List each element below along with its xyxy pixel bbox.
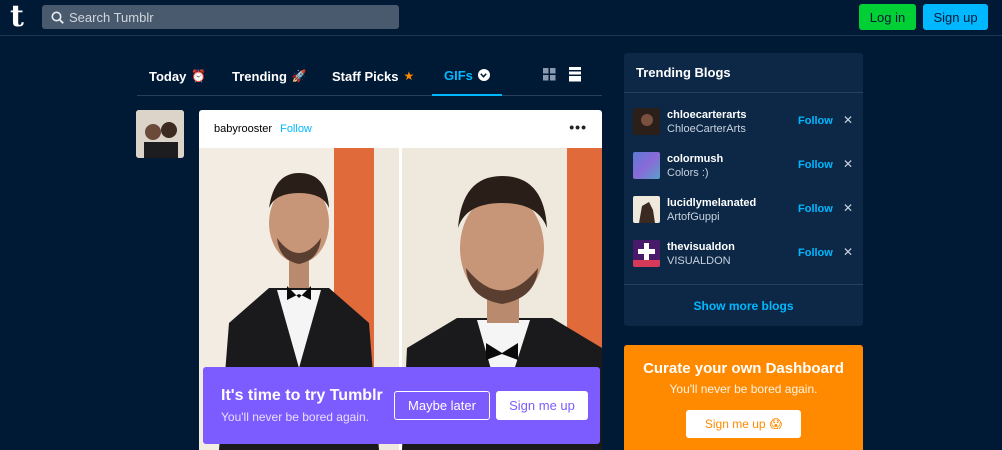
list-view-icon[interactable] [569, 67, 581, 82]
close-icon[interactable]: ✕ [843, 245, 853, 259]
show-more-blogs-link[interactable]: Show more blogs [624, 284, 863, 326]
tab-staff-picks[interactable]: Staff Picks ★ [332, 56, 414, 96]
tab-today[interactable]: Today ⏰ [149, 56, 206, 96]
search-box[interactable] [42, 5, 399, 29]
follow-button[interactable]: Follow [798, 247, 833, 259]
blog-name[interactable]: chloecarterarts [667, 109, 747, 121]
more-options-icon[interactable]: ••• [569, 120, 587, 134]
post-header: babyrooster Follow [199, 110, 602, 148]
blog-title: VISUALDON [667, 255, 731, 267]
rocket-icon: 🚀 [291, 69, 307, 83]
follow-button[interactable]: Follow [798, 115, 833, 127]
blog-title: ArtofGuppi [667, 211, 720, 223]
close-icon[interactable]: ✕ [843, 113, 853, 127]
tab-label: Staff Picks [332, 68, 399, 84]
blog-item[interactable]: lucidlymelanated ArtofGuppi Follow ✕ [624, 190, 863, 234]
sign-me-up-button[interactable]: Sign me up [496, 391, 588, 420]
button-label: Sign me up [704, 417, 766, 431]
follow-button[interactable]: Follow [798, 159, 833, 171]
blog-name[interactable]: colormush [667, 153, 723, 165]
signup-button[interactable]: Sign up [923, 4, 988, 30]
trending-blogs-title: Trending Blogs [624, 53, 863, 93]
login-button[interactable]: Log in [859, 4, 916, 30]
blog-avatar[interactable] [633, 196, 660, 223]
chevron-down-icon [477, 69, 490, 81]
blog-name[interactable]: thevisualdon [667, 241, 735, 253]
alarm-clock-icon: ⏰ [191, 69, 207, 83]
post-username[interactable]: babyrooster [214, 123, 272, 135]
grid-view-icon[interactable] [543, 68, 556, 81]
follow-button[interactable]: Follow [798, 203, 833, 215]
blog-item[interactable]: thevisualdon VISUALDON Follow ✕ [624, 234, 863, 278]
curate-subtitle: You'll never be bored again. [669, 382, 818, 396]
avatar-image [136, 110, 184, 158]
tab-gifs[interactable]: GIFs [432, 56, 502, 96]
blog-title: ChloeCarterArts [667, 123, 746, 135]
curate-title: Curate your own Dashboard [643, 360, 844, 377]
tab-trending[interactable]: Trending 🚀 [232, 56, 307, 96]
blog-item[interactable]: chloecarterarts ChloeCarterArts Follow ✕ [624, 102, 863, 146]
blog-avatar[interactable] [633, 240, 660, 267]
close-icon[interactable]: ✕ [843, 201, 853, 215]
try-tumblr-banner: It's time to try Tumblr You'll never be … [203, 367, 600, 444]
close-icon[interactable]: ✕ [843, 157, 853, 171]
post-follow-button[interactable]: Follow [280, 123, 312, 135]
tumblr-logo[interactable]: t [10, 2, 34, 32]
maybe-later-button[interactable]: Maybe later [394, 391, 490, 420]
blog-avatar[interactable] [633, 152, 660, 179]
curate-sign-me-up-button[interactable]: Sign me up 😱 [686, 410, 801, 438]
blog-title: Colors :) [667, 167, 709, 179]
blog-avatar[interactable] [633, 108, 660, 135]
top-bar: t Log in Sign up [0, 0, 1002, 36]
blog-name[interactable]: lucidlymelanated [667, 197, 756, 209]
tab-label: Today [149, 68, 187, 84]
scream-emoji-icon: 😱 [769, 417, 783, 431]
trending-blogs-panel: Trending Blogs chloecarterarts ChloeCart… [624, 53, 863, 326]
promo-subtitle: You'll never be bored again. [221, 410, 369, 424]
search-input[interactable] [69, 9, 369, 25]
explore-tabs: Today ⏰ Trending 🚀 Staff Picks ★ GIFs [137, 56, 602, 96]
search-icon [51, 11, 64, 24]
promo-title: It's time to try Tumblr [221, 387, 383, 404]
blog-item[interactable]: colormush Colors :) Follow ✕ [624, 146, 863, 190]
tab-label: GIFs [444, 67, 473, 83]
curate-dashboard-panel: Curate your own Dashboard You'll never b… [624, 345, 863, 450]
post-avatar[interactable] [136, 110, 184, 158]
star-icon: ★ [403, 69, 415, 83]
tab-label: Trending [232, 68, 287, 84]
